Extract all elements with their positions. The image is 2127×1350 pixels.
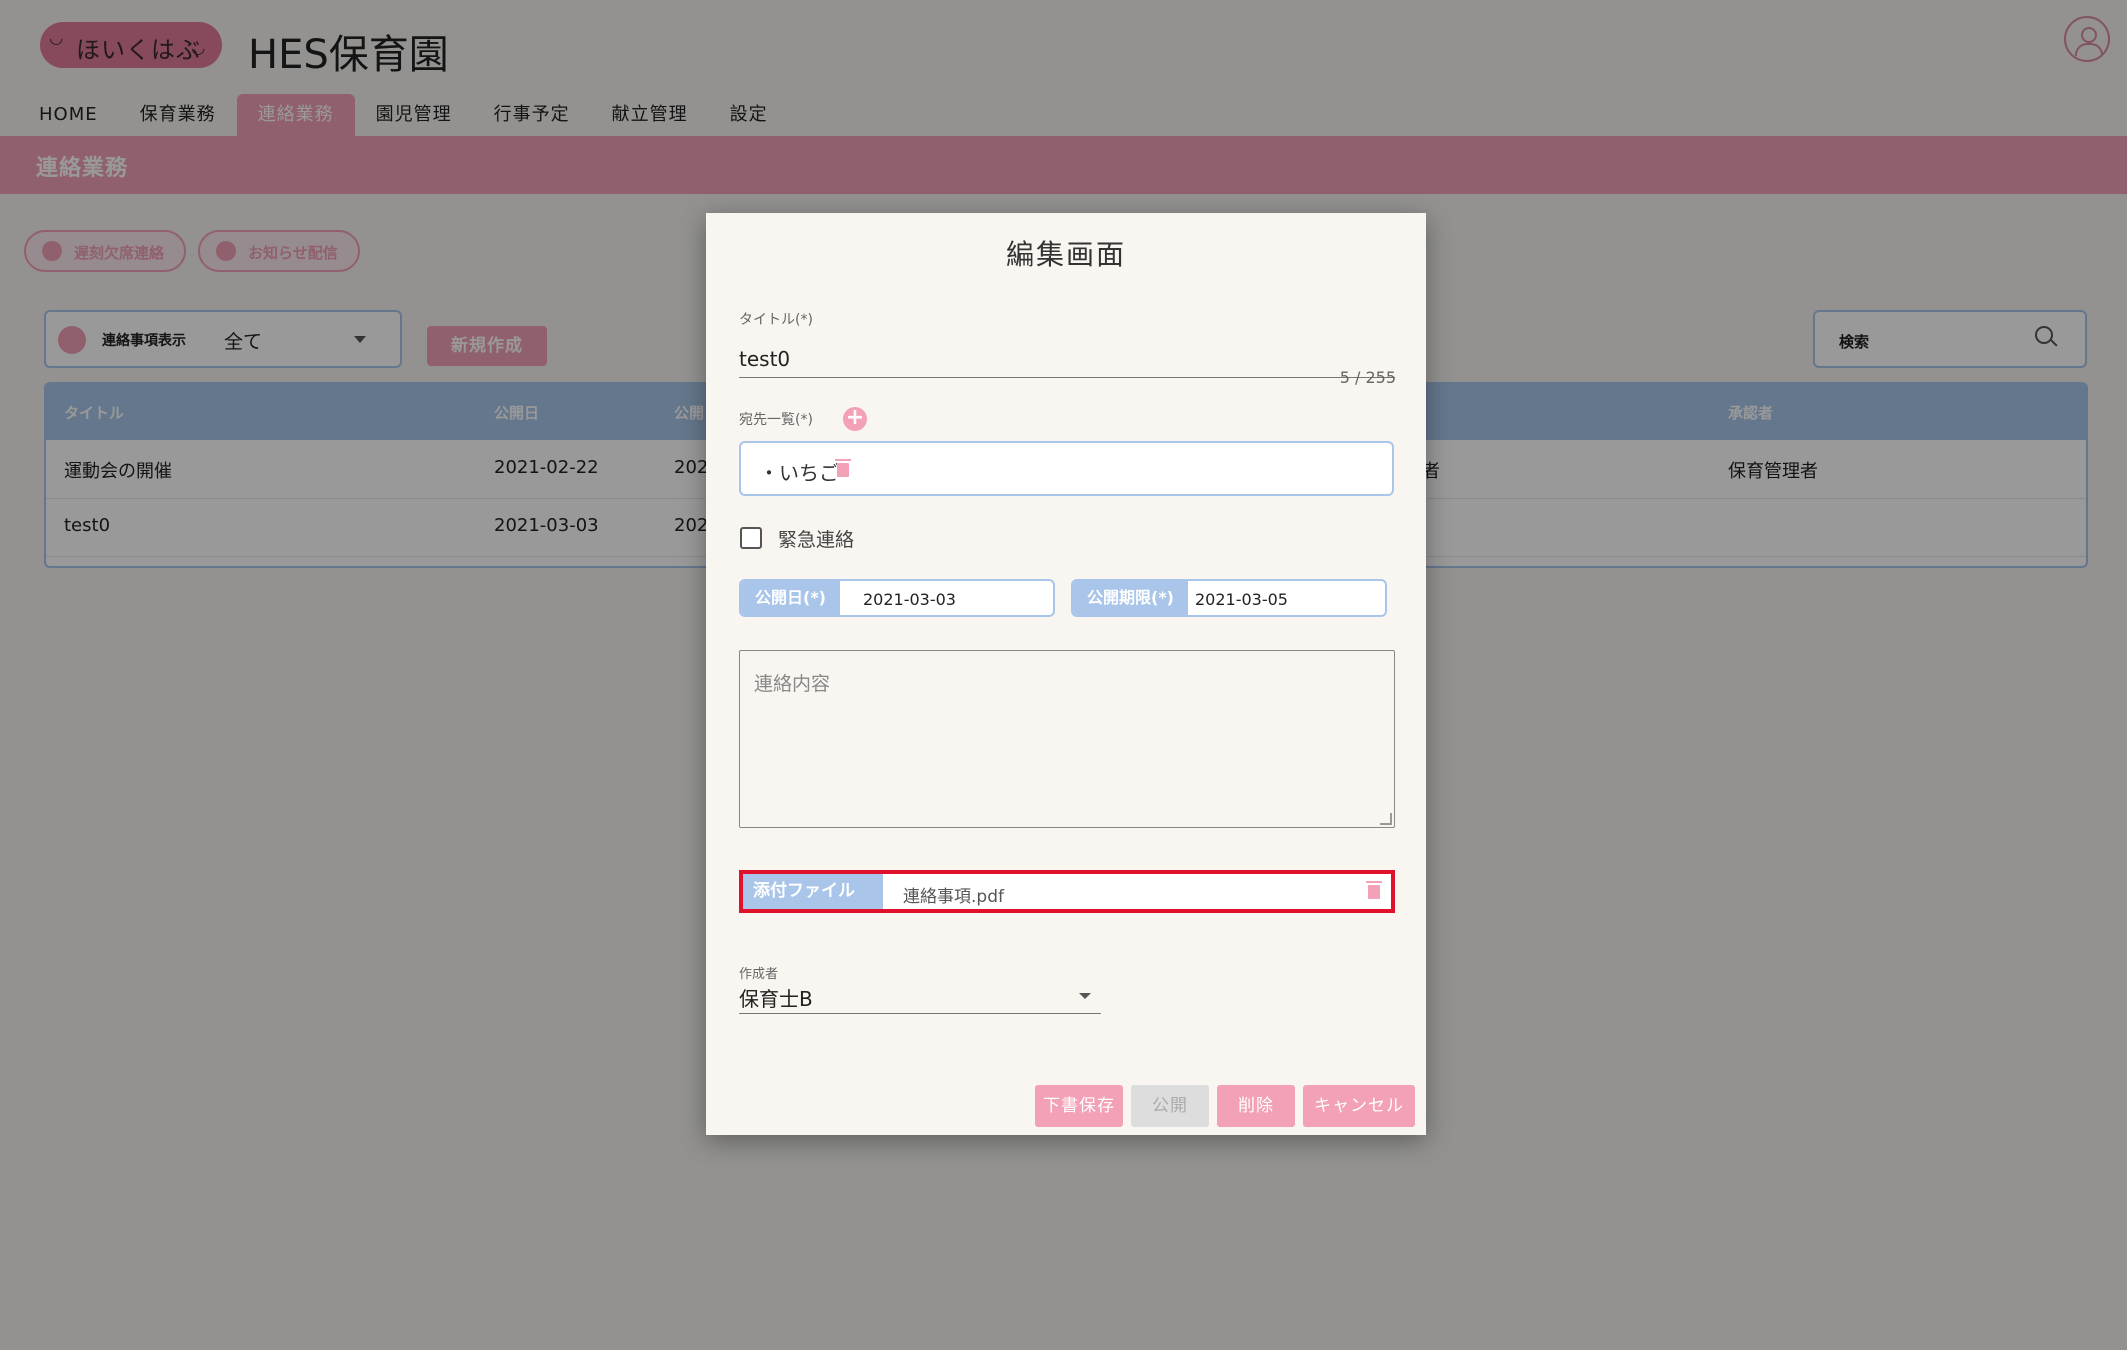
title-input-value: test0 xyxy=(739,347,791,371)
title-char-counter: 5 / 255 xyxy=(1339,368,1396,387)
edit-dialog: 編集画面 タイトル(*) test0 5 / 255 宛先一覧(*) + ・いち… xyxy=(706,213,1426,1135)
destination-item: ・いちご xyxy=(759,461,839,485)
publish-date-field[interactable]: 公開日(*) 2021-03-03 xyxy=(739,579,1055,617)
trash-icon[interactable] xyxy=(1366,881,1382,899)
draft-save-button[interactable]: 下書保存 xyxy=(1035,1085,1123,1127)
attachment-field[interactable]: 添付ファイル 連絡事項.pdf xyxy=(739,870,1395,913)
author-select[interactable]: 保育士B xyxy=(739,979,1101,1014)
attachment-label: 添付ファイル xyxy=(743,874,883,909)
author-value: 保育士B xyxy=(739,987,813,1011)
publish-date-value: 2021-03-03 xyxy=(863,590,956,609)
destination-list: ・いちご xyxy=(739,441,1394,496)
dialog-title: 編集画面 xyxy=(1005,238,1126,271)
chevron-down-icon xyxy=(1079,993,1091,999)
trash-icon[interactable] xyxy=(835,459,851,477)
content-textarea[interactable]: 連絡内容 xyxy=(739,650,1395,828)
publish-date-label: 公開日(*) xyxy=(741,581,840,615)
publish-button[interactable]: 公開 xyxy=(1131,1085,1209,1127)
attachment-filename: 連絡事項.pdf xyxy=(903,887,1004,907)
add-destination-button[interactable]: + xyxy=(843,407,867,431)
urgent-checkbox[interactable] xyxy=(740,527,762,549)
cancel-button[interactable]: キャンセル xyxy=(1303,1085,1415,1127)
delete-button[interactable]: 削除 xyxy=(1217,1085,1295,1127)
expire-date-label: 公開期限(*) xyxy=(1073,581,1188,615)
expire-date-value: 2021-03-05 xyxy=(1195,590,1288,609)
destination-label: 宛先一覧(*) xyxy=(739,412,813,428)
expire-date-field[interactable]: 公開期限(*) 2021-03-05 xyxy=(1071,579,1387,617)
resize-grip-icon[interactable] xyxy=(1380,813,1392,825)
urgent-label: 緊急連絡 xyxy=(778,529,855,551)
title-field-label: タイトル(*) xyxy=(739,312,813,328)
content-placeholder: 連絡内容 xyxy=(754,673,831,695)
